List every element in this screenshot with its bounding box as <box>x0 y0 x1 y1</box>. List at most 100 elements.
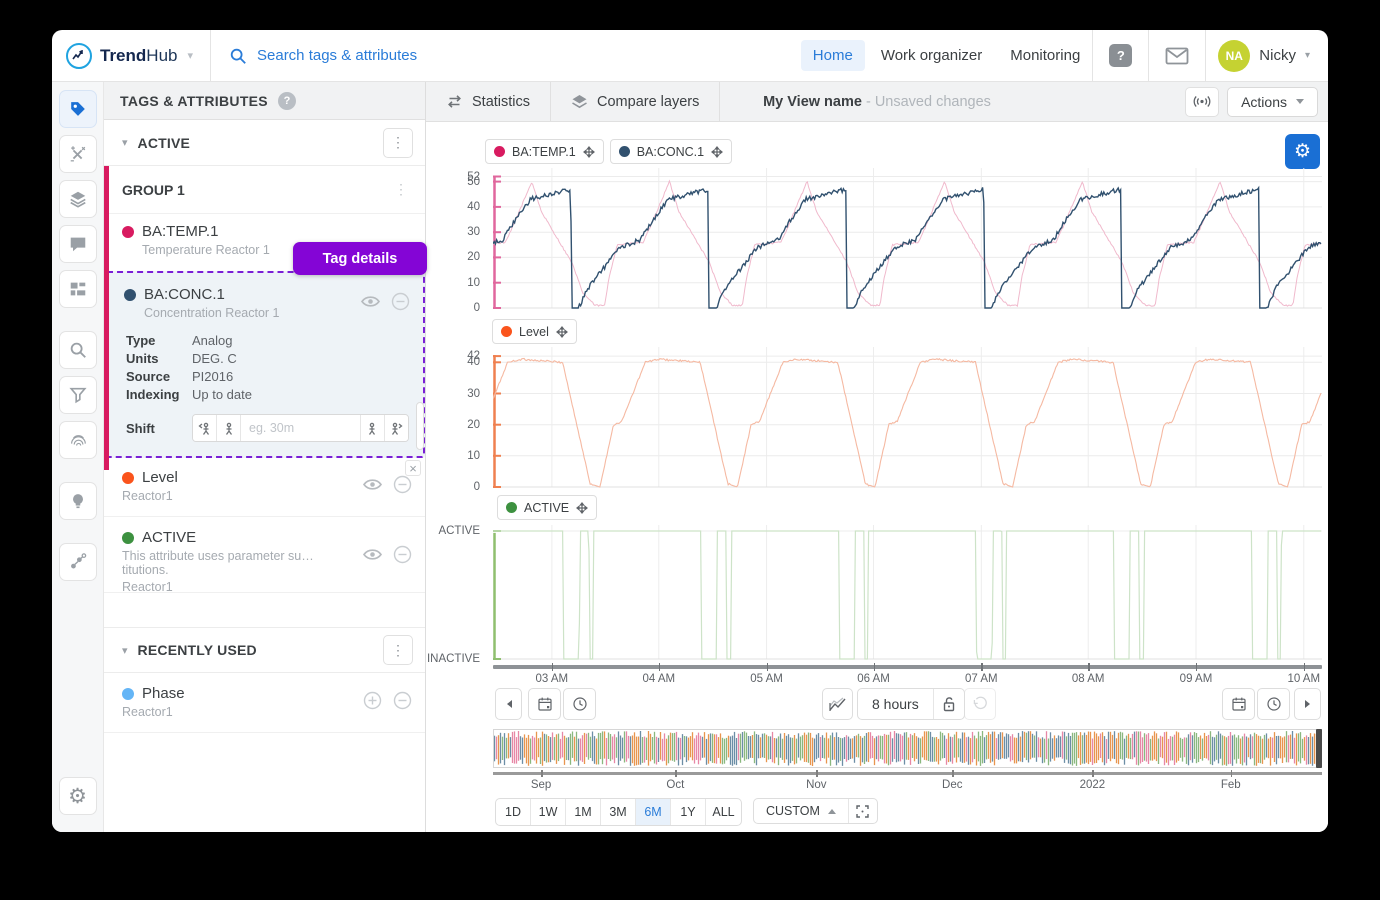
rail-search-button[interactable] <box>59 331 97 369</box>
lock-duration-button[interactable] <box>934 689 964 719</box>
overview-timeline[interactable] <box>493 729 1322 768</box>
shift-forward-icon[interactable] <box>360 415 384 441</box>
rail-comments-button[interactable] <box>59 225 97 263</box>
x-tick-mark <box>1088 663 1090 671</box>
month-tick-label: Dec <box>942 779 962 791</box>
pan-right-button[interactable] <box>1294 688 1321 720</box>
section-chevron-down-icon[interactable]: ▾ <box>122 136 128 149</box>
compare-layers-tab[interactable]: Compare layers <box>551 82 720 121</box>
tag-details-tooltip-button[interactable]: Tag details <box>293 242 427 275</box>
actions-button[interactable]: Actions <box>1227 87 1318 117</box>
move-icon[interactable] <box>576 502 588 514</box>
remove-circle-icon[interactable] <box>391 689 413 711</box>
move-icon[interactable] <box>711 146 723 158</box>
remove-circle-icon[interactable] <box>389 290 411 312</box>
range-button-3m[interactable]: 3M <box>601 799 636 825</box>
compare-scales-button[interactable] <box>822 688 853 720</box>
trend-chart-level[interactable] <box>493 347 1322 489</box>
range-button-1m[interactable]: 1M <box>566 799 601 825</box>
messages-button[interactable] <box>1149 30 1205 82</box>
main-area: Statistics Compare layers My View name -… <box>426 82 1328 832</box>
shift-forward-more-icon[interactable] <box>384 415 408 441</box>
trend-chart-active[interactable] <box>493 525 1322 661</box>
live-mode-button[interactable] <box>1185 87 1219 117</box>
tag-row-active[interactable]: ACTIVE This attribute uses parameter su…… <box>104 517 425 593</box>
legend-chip-ba-temp-1[interactable]: BA:TEMP.1 <box>485 139 604 164</box>
end-date-button[interactable] <box>1222 688 1255 720</box>
full-extent-button[interactable] <box>849 799 877 823</box>
remove-circle-icon[interactable] <box>391 543 413 565</box>
section-chevron-down-icon[interactable]: ▾ <box>122 644 128 657</box>
range-button-6m[interactable]: 6M <box>636 799 671 825</box>
timeline-drag-handle[interactable] <box>1316 729 1322 768</box>
legend-chip-level[interactable]: Level <box>492 319 577 344</box>
app-logo[interactable]: TrendHub ▾ <box>52 30 210 81</box>
tag-row-level[interactable]: Level Reactor1 <box>104 457 425 517</box>
legend-chip-ba-conc-1[interactable]: BA:CONC.1 <box>610 139 732 164</box>
month-tick-label: Sep <box>531 779 551 791</box>
remove-circle-icon[interactable] <box>391 473 413 495</box>
brand-chevron-down-icon[interactable]: ▾ <box>187 49 193 62</box>
global-search[interactable]: Search tags & attributes <box>211 47 801 65</box>
legend-chip-active[interactable]: ACTIVE <box>497 495 597 520</box>
clock-icon <box>572 696 588 712</box>
rail-dashboard-button[interactable] <box>59 270 97 308</box>
left-icon-rail: ⚙ <box>52 82 104 832</box>
user-menu[interactable]: NA Nicky ▾ <box>1206 40 1328 72</box>
range-button-1w[interactable]: 1W <box>531 799 566 825</box>
month-tick-label: 2022 <box>1080 779 1106 791</box>
group-row[interactable]: GROUP 1 ⋮ <box>104 166 425 214</box>
shift-back-icon[interactable] <box>217 415 241 441</box>
add-circle-icon[interactable] <box>361 689 383 711</box>
trend-chart-temp-conc[interactable] <box>493 168 1322 310</box>
end-time-button[interactable] <box>1257 688 1290 720</box>
broadcast-icon <box>1193 95 1211 108</box>
start-time-button[interactable] <box>563 688 596 720</box>
month-tick-label: Oct <box>666 779 684 791</box>
active-section-menu-button[interactable]: ⋮ <box>383 128 413 158</box>
history-back-button[interactable] <box>964 688 996 720</box>
rail-insights-button[interactable] <box>59 482 97 520</box>
recently-used-menu-button[interactable]: ⋮ <box>383 635 413 665</box>
chart-settings-button[interactable]: ⚙ <box>1285 134 1320 169</box>
range-button-1d[interactable]: 1D <box>496 799 531 825</box>
help-button[interactable]: ? <box>1093 30 1148 82</box>
rail-filter-button[interactable] <box>59 376 97 414</box>
rail-context-button[interactable] <box>59 543 97 581</box>
group-menu-button[interactable]: ⋮ <box>389 181 413 198</box>
rail-tags-button[interactable] <box>59 90 97 128</box>
rail-layers-button[interactable] <box>59 180 97 218</box>
visibility-eye-icon[interactable] <box>361 473 383 495</box>
tag-row-ba-conc-1[interactable]: BA:CONC.1 Concentration Reactor 1 <box>106 273 423 329</box>
visibility-eye-icon[interactable] <box>361 543 383 565</box>
tag-row-phase[interactable]: Phase Reactor1 <box>104 673 425 733</box>
shift-back-more-icon[interactable] <box>193 415 217 441</box>
y-tick-label: 0 <box>474 481 480 493</box>
range-button-1y[interactable]: 1Y <box>671 799 706 825</box>
series-color-dot <box>494 146 505 157</box>
time-axis-bar[interactable] <box>493 665 1322 669</box>
duration-value[interactable]: 8 hours <box>858 689 934 719</box>
start-date-button[interactable] <box>528 688 561 720</box>
pan-left-button[interactable] <box>495 688 522 720</box>
rail-settings-button[interactable]: ⚙ <box>59 777 97 815</box>
panel-scrollbar-thumb[interactable] <box>416 402 424 450</box>
tag-color-dot <box>124 289 136 301</box>
move-icon[interactable] <box>583 146 595 158</box>
range-button-all[interactable]: ALL <box>706 799 741 825</box>
x-tick-mark <box>981 663 983 671</box>
custom-label: CUSTOM <box>766 804 820 818</box>
search-input[interactable]: Search tags & attributes <box>257 47 417 64</box>
rail-formulas-button[interactable] <box>59 135 97 173</box>
nav-link-work-organizer[interactable]: Work organizer <box>869 40 994 71</box>
visibility-eye-icon[interactable] <box>359 290 381 312</box>
shift-input[interactable] <box>241 415 360 441</box>
statistics-tab[interactable]: Statistics <box>426 82 551 121</box>
panel-help-icon[interactable]: ? <box>278 92 296 110</box>
nav-link-monitoring[interactable]: Monitoring <box>998 40 1092 71</box>
custom-range-button[interactable]: CUSTOM <box>754 799 849 823</box>
nav-link-home[interactable]: Home <box>801 40 865 71</box>
x-tick-mark <box>659 663 661 671</box>
move-icon[interactable] <box>556 326 568 338</box>
rail-fingerprint-button[interactable] <box>59 421 97 459</box>
